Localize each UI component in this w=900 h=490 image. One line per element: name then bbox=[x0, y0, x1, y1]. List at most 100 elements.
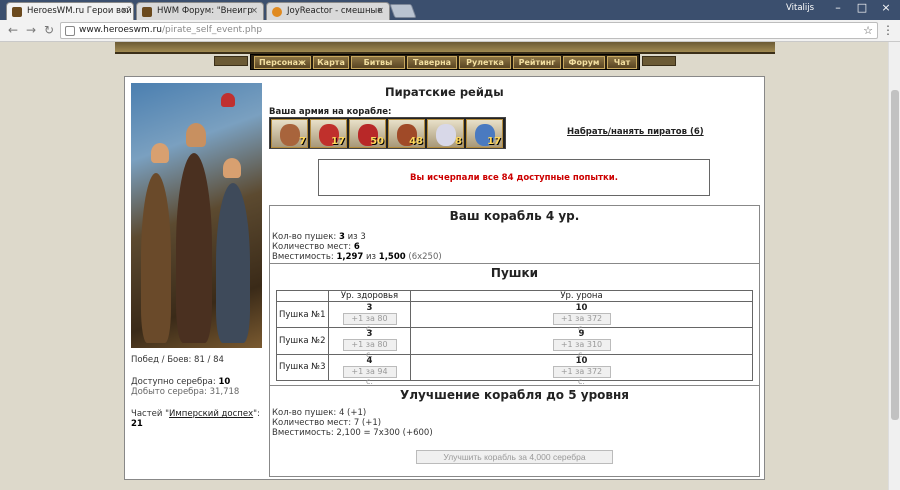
guns-title: Пушки bbox=[490, 266, 539, 280]
nav-chat[interactable]: Чат bbox=[607, 56, 637, 69]
army-slots: 7 17 50 48 8 17 bbox=[269, 117, 506, 149]
tab-heroeswm[interactable]: HeroesWM.ru Герои вой × bbox=[6, 2, 134, 20]
cannons-table: Ур. здоровья Ур. урона Пушка №1 3 +1 за 8… bbox=[276, 290, 753, 386]
cannon-name: Пушка №1 bbox=[276, 300, 329, 329]
col-health: Ур. здоровья bbox=[328, 290, 411, 302]
col-damage: Ур. урона bbox=[410, 290, 753, 302]
upgrade-damage-button[interactable]: +1 за 310 с. bbox=[552, 339, 611, 359]
health-level: 4 bbox=[366, 355, 373, 366]
attempts-exhausted-alert: Вы исчерпали все 84 доступные попытки. bbox=[318, 159, 710, 196]
ship-panel: Ваш корабль 4 ур. Кол-во пушек: 3 из 3 К… bbox=[269, 205, 760, 477]
scrollbar[interactable] bbox=[888, 42, 900, 490]
damage-level: 10 bbox=[575, 303, 588, 314]
imperial-armor-link[interactable]: Имперский доспех bbox=[169, 409, 253, 419]
maximize-icon[interactable]: □ bbox=[850, 0, 874, 18]
upgrade-ship-button[interactable]: Улучшить корабль за 4,000 серебра bbox=[416, 450, 613, 464]
health-level: 3 bbox=[366, 303, 373, 314]
army-label: Ваша армия на корабле: bbox=[269, 107, 392, 117]
parts-value: 21 bbox=[131, 419, 143, 429]
unit-count: 17 bbox=[331, 136, 345, 147]
main-content: Побед / Боев: 81 / 84 Доступно серебра: … bbox=[124, 76, 765, 480]
close-window-icon[interactable]: × bbox=[874, 0, 898, 18]
parts-prefix: Частей " bbox=[131, 409, 170, 419]
nav-tavern[interactable]: Таверна bbox=[407, 56, 457, 69]
table-row: Пушка №2 3 +1 за 80 с. 9 +1 за 310 с. bbox=[276, 327, 753, 359]
browser-user-name[interactable]: Vitalijs bbox=[786, 3, 814, 13]
scrollbar-thumb[interactable] bbox=[891, 90, 899, 420]
damage-level: 9 bbox=[578, 329, 585, 340]
ship-info: Кол-во пушек: 3 из 3 Количество мест: 6 … bbox=[272, 232, 442, 262]
unit-count: 8 bbox=[455, 136, 462, 147]
silver-value: 10 bbox=[218, 377, 231, 387]
army-unit-slot[interactable]: 8 bbox=[427, 119, 464, 148]
browser-menu-icon[interactable]: ⋮ bbox=[882, 23, 894, 37]
cannon-name: Пушка №3 bbox=[276, 353, 329, 382]
health-level: 3 bbox=[366, 329, 373, 340]
cannon-name: Пушка №2 bbox=[276, 327, 329, 355]
ship-title: Ваш корабль 4 ур. bbox=[449, 209, 580, 223]
nav-battles[interactable]: Битвы bbox=[351, 56, 405, 69]
army-unit-slot[interactable]: 50 bbox=[349, 119, 386, 148]
heroeswm-favicon-icon bbox=[142, 7, 152, 17]
pirate-crew-illustration bbox=[131, 83, 262, 348]
upgrade-damage-button[interactable]: +1 за 372 с. bbox=[552, 313, 611, 333]
game-nav-menu: Персонаж Карта Битвы Таверна Рулетка Рей… bbox=[250, 54, 640, 70]
upgrade-info: Кол-во пушек: 4 (+1) Количество мест: 7 … bbox=[272, 408, 433, 438]
tab-title: HeroesWM.ru Герои вой bbox=[27, 6, 132, 16]
unit-portrait-icon bbox=[280, 124, 300, 146]
new-tab-button[interactable] bbox=[389, 4, 417, 18]
parts-suffix: ": bbox=[253, 409, 260, 419]
close-tab-icon[interactable]: × bbox=[120, 3, 128, 20]
upgrade-title: Улучшение корабля до 5 уровня bbox=[399, 388, 629, 402]
forward-icon[interactable]: → bbox=[24, 23, 38, 37]
damage-level: 10 bbox=[575, 355, 588, 366]
header-ornament bbox=[214, 56, 248, 66]
table-row: Пушка №3 4 +1 за 94 с. 10 +1 за 372 с. bbox=[276, 353, 753, 386]
upgrade-damage-button[interactable]: +1 за 372 с. bbox=[552, 365, 611, 386]
tab-title: JoyReactor - смешные bbox=[287, 6, 383, 16]
player-stats: Побед / Боев: 81 / 84 Доступно серебра: … bbox=[131, 355, 262, 429]
joyreactor-favicon-icon bbox=[272, 7, 282, 17]
divider bbox=[270, 385, 759, 386]
nav-character[interactable]: Персонаж bbox=[254, 56, 311, 69]
page-title: Пиратские рейды bbox=[385, 85, 504, 99]
unit-count: 48 bbox=[409, 136, 423, 147]
silver-label: Доступно серебра: bbox=[131, 377, 219, 387]
bookmark-star-icon[interactable]: ☆ bbox=[863, 24, 873, 37]
tab-joyreactor[interactable]: JoyReactor - смешные × bbox=[266, 2, 390, 20]
table-row: Пушка №1 3 +1 за 80 с. 10 +1 за 372 с. bbox=[276, 300, 753, 333]
close-tab-icon[interactable]: × bbox=[376, 3, 384, 20]
mined-silver: Добыто серебра: 31,718 bbox=[131, 387, 240, 397]
unit-count: 17 bbox=[487, 136, 501, 147]
reload-icon[interactable]: ↻ bbox=[42, 23, 56, 37]
back-icon[interactable]: ← bbox=[6, 23, 20, 37]
heroeswm-favicon-icon bbox=[12, 7, 22, 17]
address-bar: ← → ↻ www.heroeswm.ru/pirate_self_event.… bbox=[0, 20, 900, 42]
header-ornament bbox=[642, 56, 676, 66]
nav-forum[interactable]: Форум bbox=[563, 56, 605, 69]
nav-map[interactable]: Карта bbox=[313, 56, 349, 69]
game-header-banner bbox=[115, 42, 775, 54]
nav-roulette[interactable]: Рулетка bbox=[459, 56, 511, 69]
close-tab-icon[interactable]: × bbox=[250, 3, 258, 20]
tab-forum[interactable]: HWM Форум: "Внеигр × bbox=[136, 2, 264, 20]
army-unit-slot[interactable]: 17 bbox=[310, 119, 347, 148]
unit-count: 7 bbox=[299, 136, 306, 147]
army-unit-slot[interactable]: 17 bbox=[466, 119, 503, 148]
url-input[interactable]: www.heroeswm.ru/pirate_self_event.php ☆ bbox=[60, 22, 878, 39]
nav-rating[interactable]: Рейтинг bbox=[513, 56, 561, 69]
upgrade-health-button[interactable]: +1 за 94 с. bbox=[342, 365, 397, 386]
tab-title: HWM Форум: "Внеигр bbox=[157, 6, 253, 16]
url-path: /pirate_self_event.php bbox=[162, 25, 263, 35]
army-unit-slot[interactable]: 48 bbox=[388, 119, 425, 148]
divider bbox=[270, 263, 759, 264]
army-unit-slot[interactable]: 7 bbox=[271, 119, 308, 148]
upgrade-health-button[interactable]: +1 за 80 с. bbox=[342, 313, 397, 333]
hire-pirates-link[interactable]: Набрать/нанять пиратов (6) bbox=[567, 127, 704, 137]
unit-count: 50 bbox=[370, 136, 384, 147]
browser-tab-bar: HeroesWM.ru Герои вой × HWM Форум: "Внеи… bbox=[0, 0, 900, 20]
wins-battles: Побед / Боев: 81 / 84 bbox=[131, 355, 224, 365]
page-info-icon[interactable] bbox=[65, 26, 75, 36]
upgrade-health-button[interactable]: +1 за 80 с. bbox=[342, 339, 397, 359]
minimize-icon[interactable]: – bbox=[826, 0, 850, 18]
